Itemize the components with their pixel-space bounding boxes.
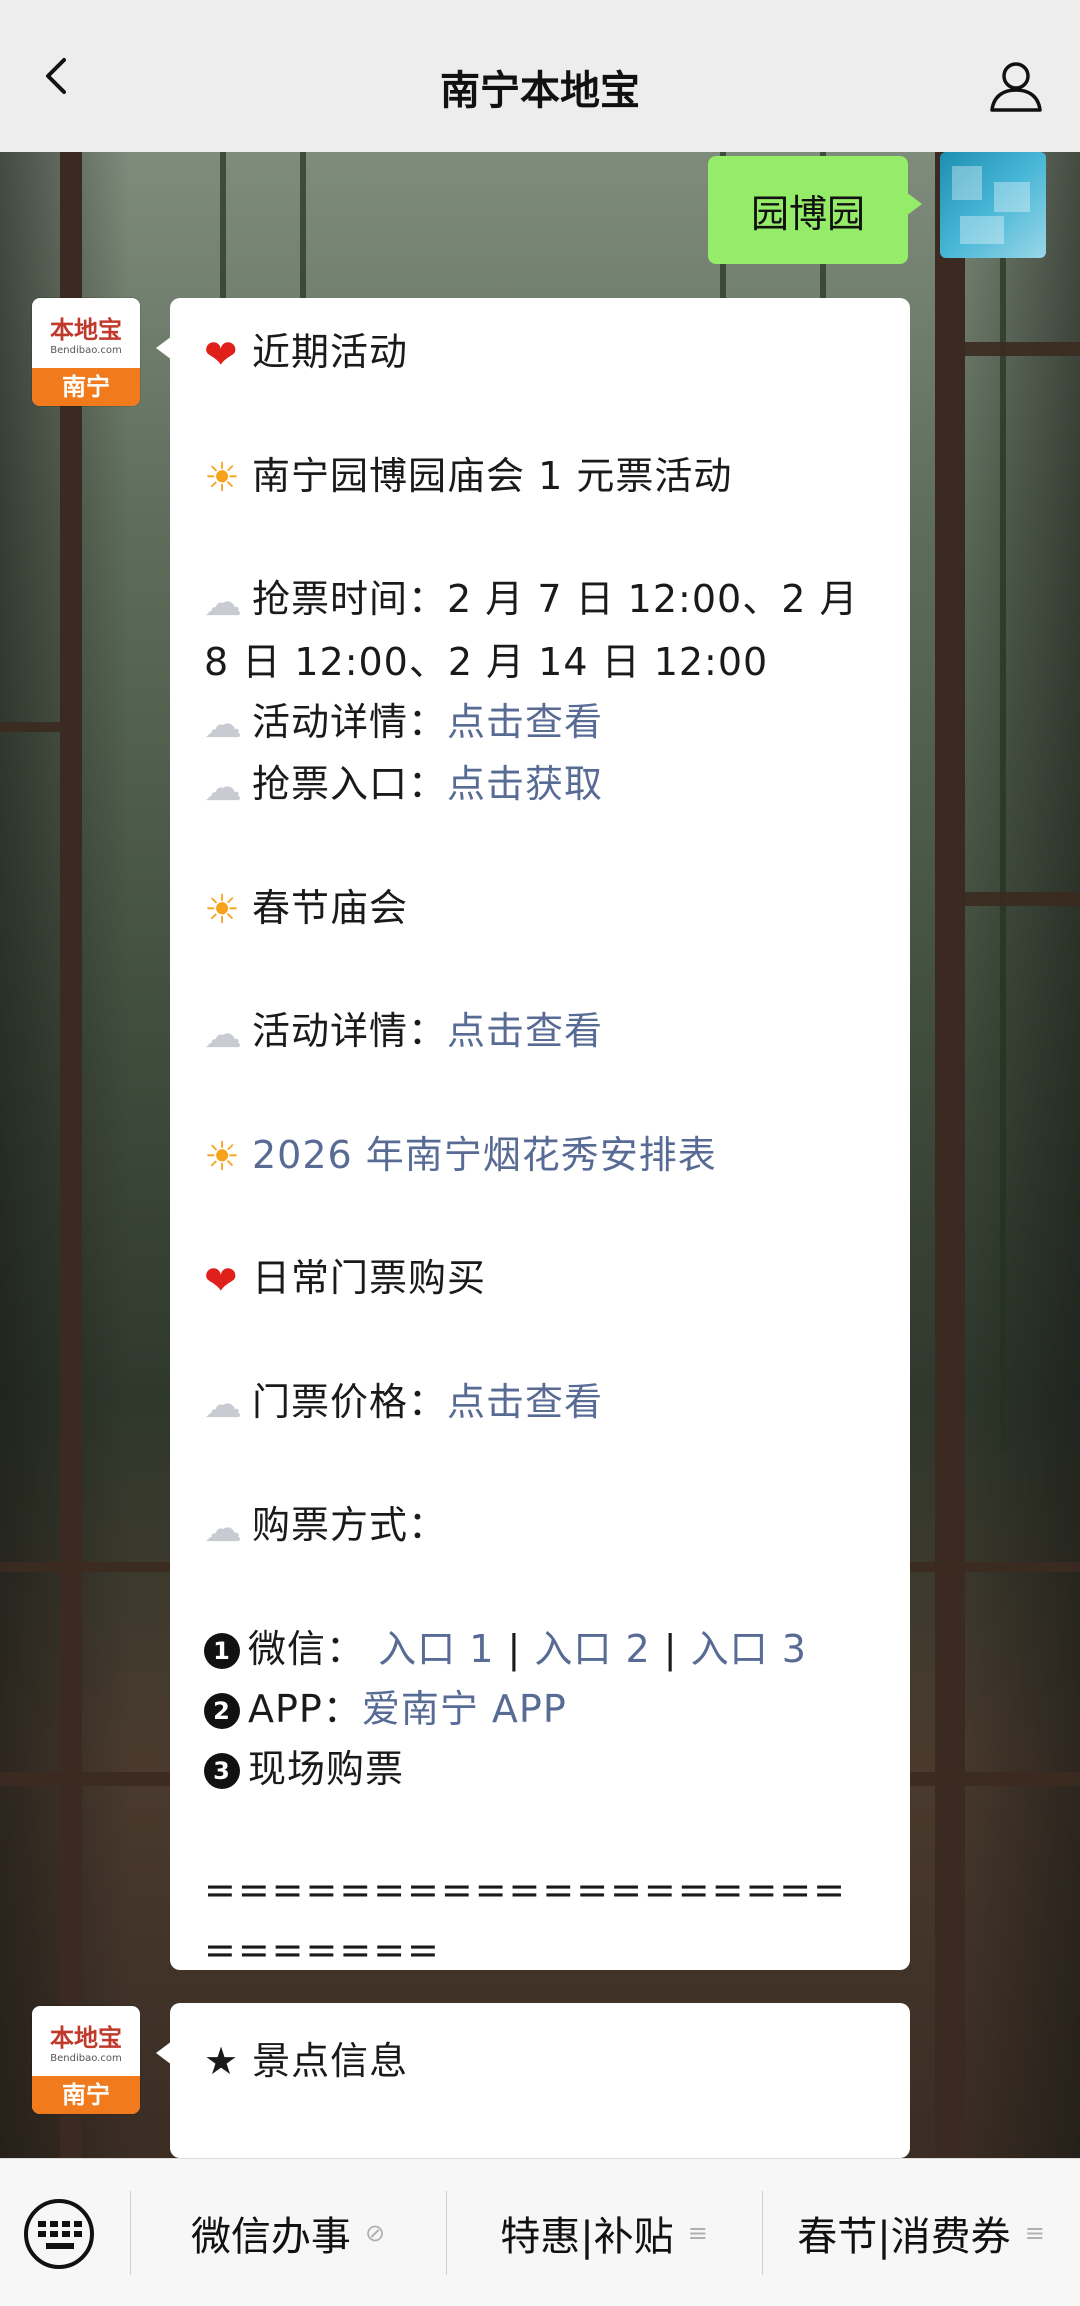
number-one-icon: 1: [204, 1633, 240, 1669]
profile-icon[interactable]: [988, 58, 1044, 114]
app-line: 2 APP：爱南宁 APP: [204, 1679, 876, 1739]
keyboard-icon[interactable]: [24, 2199, 94, 2269]
sun-icon: ☀: [204, 1134, 241, 1180]
submenu-icon: ≡: [1024, 2218, 1045, 2247]
cloud-icon: ☁: [204, 702, 243, 746]
fireworks-link[interactable]: 2026 年南宁烟花秀安排表: [252, 1133, 717, 1177]
fireworks-line: ☀ 2026 年南宁烟花秀安排表: [204, 1125, 876, 1188]
cloud-icon: ☁: [204, 1011, 243, 1056]
onsite-line: 3 现场购票: [204, 1739, 876, 1799]
sun-icon: ☀: [204, 887, 241, 933]
cloud-icon: ☁: [204, 579, 243, 624]
event2-detail-link[interactable]: 点击查看: [447, 1009, 603, 1053]
buy-method-line: ☁ 购票方式：: [204, 1495, 876, 1558]
wechat-entry-1-link[interactable]: 入口 1: [378, 1627, 494, 1671]
bottom-menu-bar: 微信办事 ⊘ 特惠|补贴 ≡ 春节|消费券 ≡: [0, 2158, 1080, 2306]
app-link[interactable]: 爱南宁 APP: [362, 1687, 567, 1731]
heart-icon: ❤: [204, 1257, 239, 1304]
top-bar: 南宁本地宝: [0, 0, 1080, 152]
event1-detail-line: ☁ 活动详情：点击查看: [204, 692, 876, 755]
heart-icon: ❤: [204, 331, 239, 378]
number-two-icon: 2: [204, 1693, 240, 1729]
bot-logo: 本地宝: [50, 315, 122, 344]
price-line: ☁ 门票价格：点击查看: [204, 1372, 876, 1435]
cloud-icon: ☁: [204, 1382, 243, 1426]
bot-logo: 本地宝: [50, 2023, 122, 2052]
divider-line: ==========================: [204, 1867, 847, 1972]
menu-item-spring-coupons[interactable]: 春节|消费券 ≡: [762, 2159, 1080, 2306]
bot-avatar[interactable]: 本地宝 Bendibao.com 南宁: [32, 298, 140, 406]
bot-domain: Bendibao.com: [50, 2053, 122, 2064]
price-link[interactable]: 点击查看: [447, 1380, 603, 1424]
bot-city: 南宁: [32, 368, 140, 406]
link-icon: ⊘: [364, 2218, 386, 2247]
event2-title-line: ☀ 春节庙会: [204, 878, 876, 941]
number-three-icon: 3: [204, 1753, 240, 1789]
event1-title-line: ☀ 南宁园博园庙会 1 元票活动: [204, 446, 876, 509]
wechat-line: 1 微信： 入口 1 | 入口 2 | 入口 3: [204, 1619, 876, 1679]
sun-icon: ☀: [204, 455, 241, 501]
entry-line: ☁ 抢票入口：点击获取: [204, 754, 876, 817]
submenu-icon: ≡: [687, 2218, 708, 2247]
bot-city: 南宁: [32, 2076, 140, 2114]
sent-message-bubble[interactable]: 园博园: [708, 156, 922, 264]
wechat-entry-2-link[interactable]: 入口 2: [534, 1627, 650, 1671]
bot-avatar[interactable]: 本地宝 Bendibao.com 南宁: [32, 2006, 140, 2114]
chat-title: 南宁本地宝: [440, 68, 640, 114]
grab-time-line: ☁ 抢票时间：2 月 7 日 12:00、2 月 8 日 12:00、2 月 14…: [204, 569, 876, 692]
entry-link[interactable]: 点击获取: [447, 762, 603, 806]
cloud-icon: ☁: [204, 1505, 243, 1550]
received-message-bubble: ❤ 近期活动 ☀ 南宁园博园庙会 1 元票活动 ☁ 抢票时间：2 月 7 日 12:0…: [156, 298, 910, 1972]
user-avatar[interactable]: [940, 152, 1046, 258]
recent-heading-line: ❤ 近期活动: [204, 322, 876, 385]
bot-domain: Bendibao.com: [50, 345, 122, 356]
menu-item-wechat-services[interactable]: 微信办事 ⊘: [130, 2159, 446, 2306]
menu-item-discounts[interactable]: 特惠|补贴 ≡: [446, 2159, 762, 2306]
event1-detail-link[interactable]: 点击查看: [447, 700, 603, 744]
wechat-entry-3-link[interactable]: 入口 3: [691, 1627, 807, 1671]
cloud-icon: ☁: [204, 764, 243, 809]
daily-heading-line: ❤ 日常门票购买: [204, 1248, 876, 1311]
sent-message-text: 园博园: [750, 191, 865, 236]
scenic-info-heading: ★ 景点信息: [204, 2039, 409, 2083]
received-message-bubble-2: ★ 景点信息: [156, 2003, 910, 2158]
event2-detail-line: ☁ 活动详情：点击查看: [204, 1001, 876, 1064]
